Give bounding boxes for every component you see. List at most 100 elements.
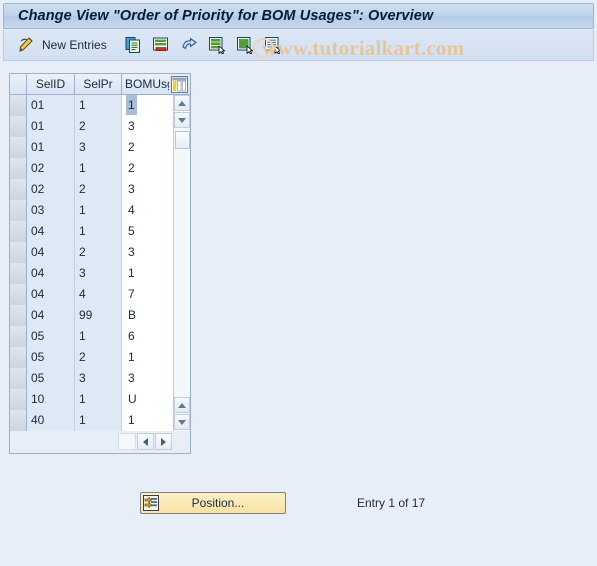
select-all-button[interactable] [204, 32, 230, 58]
cell-selid[interactable]: 02 [27, 158, 75, 179]
position-button[interactable]: Position... [140, 492, 286, 514]
cell-selpr[interactable]: 2 [75, 116, 122, 137]
cell-selid[interactable]: 01 [27, 95, 75, 116]
cell-selpr[interactable]: 3 [75, 263, 122, 284]
new-entries-button[interactable]: New Entries [14, 32, 111, 58]
row-select-button[interactable] [10, 116, 27, 137]
row-select-button[interactable] [10, 263, 27, 284]
cell-bomusg[interactable]: 4 [122, 200, 173, 221]
cell-selpr[interactable]: 99 [75, 305, 122, 326]
copy-button[interactable] [120, 32, 146, 58]
scroll-page-down-button[interactable] [174, 414, 190, 430]
cell-selpr[interactable]: 1 [75, 200, 122, 221]
cell-selid[interactable]: 01 [27, 137, 75, 158]
cell-bomusg[interactable]: 3 [122, 116, 173, 137]
cell-selpr[interactable]: 2 [75, 242, 122, 263]
cell-bomusg[interactable]: 3 [122, 179, 173, 200]
cell-selid[interactable]: 02 [27, 179, 75, 200]
cell-bomusg[interactable]: 7 [122, 284, 173, 305]
undo-button[interactable] [176, 32, 202, 58]
cell-selid[interactable]: 01 [27, 116, 75, 137]
cell-selid[interactable]: 40 [27, 410, 75, 431]
cell-bomusg[interactable]: 3 [122, 242, 173, 263]
row-select-button[interactable] [10, 284, 27, 305]
vertical-scrollbar[interactable] [173, 95, 190, 431]
cell-selid[interactable]: 04 [27, 242, 75, 263]
row-select-button[interactable] [10, 221, 27, 242]
cell-selpr[interactable]: 2 [75, 347, 122, 368]
cell-selpr[interactable]: 1 [75, 326, 122, 347]
row-select-button[interactable] [10, 305, 27, 326]
cell-selid[interactable]: 04 [27, 263, 75, 284]
cell-selid[interactable]: 10 [27, 389, 75, 410]
cell-selid[interactable]: 05 [27, 326, 75, 347]
table-row[interactable]: 10 1 U [10, 389, 173, 410]
cell-selpr[interactable]: 2 [75, 179, 122, 200]
table-row[interactable]: 40 1 1 [10, 410, 173, 431]
cell-bomusg[interactable]: 3 [122, 368, 173, 389]
cell-selid[interactable]: 03 [27, 200, 75, 221]
row-select-button[interactable] [10, 179, 27, 200]
column-header-selid[interactable]: SelID [27, 74, 75, 94]
horizontal-scrollbar-track[interactable] [118, 433, 136, 450]
table-row[interactable]: 04 1 5 [10, 221, 173, 242]
scroll-page-up-button[interactable] [174, 397, 190, 413]
scroll-right-button[interactable] [155, 433, 172, 450]
cell-selid[interactable]: 05 [27, 347, 75, 368]
cell-selid[interactable]: 04 [27, 221, 75, 242]
table-row[interactable]: 01 3 2 [10, 137, 173, 158]
table-row[interactable]: 01 1 1 [10, 95, 173, 116]
cell-bomusg[interactable]: U [122, 389, 173, 410]
table-row[interactable]: 05 2 1 [10, 347, 173, 368]
row-select-button[interactable] [10, 200, 27, 221]
row-select-button[interactable] [10, 347, 27, 368]
row-select-button[interactable] [10, 137, 27, 158]
table-row[interactable]: 05 1 6 [10, 326, 173, 347]
cell-selid[interactable]: 05 [27, 368, 75, 389]
row-select-button[interactable] [10, 95, 27, 116]
row-select-button[interactable] [10, 158, 27, 179]
cell-bomusg[interactable]: 2 [122, 158, 173, 179]
row-select-button[interactable] [10, 242, 27, 263]
scroll-down-button[interactable] [174, 112, 190, 128]
cell-selid[interactable]: 04 [27, 305, 75, 326]
cell-selpr[interactable]: 4 [75, 284, 122, 305]
column-header-selpr[interactable]: SelPr [75, 74, 122, 94]
cell-selpr[interactable]: 1 [75, 158, 122, 179]
table-settings-icon[interactable] [171, 76, 188, 93]
table-row[interactable]: 04 2 3 [10, 242, 173, 263]
scroll-up-button[interactable] [174, 95, 190, 111]
cell-bomusg[interactable]: 6 [122, 326, 173, 347]
horizontal-scrollbar[interactable] [10, 431, 190, 453]
cell-bomusg[interactable]: 1 [122, 347, 173, 368]
row-select-header[interactable] [10, 74, 27, 94]
cell-bomusg[interactable]: 5 [122, 221, 173, 242]
cell-bomusg[interactable]: 1 [122, 410, 173, 431]
column-header-bomusg[interactable]: BOMUsg [122, 74, 169, 94]
row-select-button[interactable] [10, 326, 27, 347]
scroll-left-button[interactable] [137, 433, 154, 450]
cell-selpr[interactable]: 1 [75, 221, 122, 242]
vertical-scrollbar-thumb[interactable] [175, 131, 190, 149]
table-row[interactable]: 02 1 2 [10, 158, 173, 179]
cell-selpr[interactable]: 3 [75, 368, 122, 389]
cell-selpr[interactable]: 1 [75, 410, 122, 431]
delete-row-button[interactable] [148, 32, 174, 58]
table-row[interactable]: 04 3 1 [10, 263, 173, 284]
table-row[interactable]: 04 4 7 [10, 284, 173, 305]
cell-selpr[interactable]: 3 [75, 137, 122, 158]
cell-selpr[interactable]: 1 [75, 389, 122, 410]
row-select-button[interactable] [10, 368, 27, 389]
cell-bomusg[interactable]: 1 [122, 263, 173, 284]
cell-bomusg[interactable]: 2 [122, 137, 173, 158]
row-select-button[interactable] [10, 389, 27, 410]
cell-selid[interactable]: 04 [27, 284, 75, 305]
cell-bomusg[interactable]: B [122, 305, 173, 326]
table-row[interactable]: 03 1 4 [10, 200, 173, 221]
table-row[interactable]: 05 3 3 [10, 368, 173, 389]
table-row[interactable]: 02 2 3 [10, 179, 173, 200]
row-select-button[interactable] [10, 410, 27, 431]
cell-selpr[interactable]: 1 [75, 95, 122, 116]
cell-bomusg[interactable]: 1 [122, 95, 173, 116]
table-row[interactable]: 04 99 B [10, 305, 173, 326]
